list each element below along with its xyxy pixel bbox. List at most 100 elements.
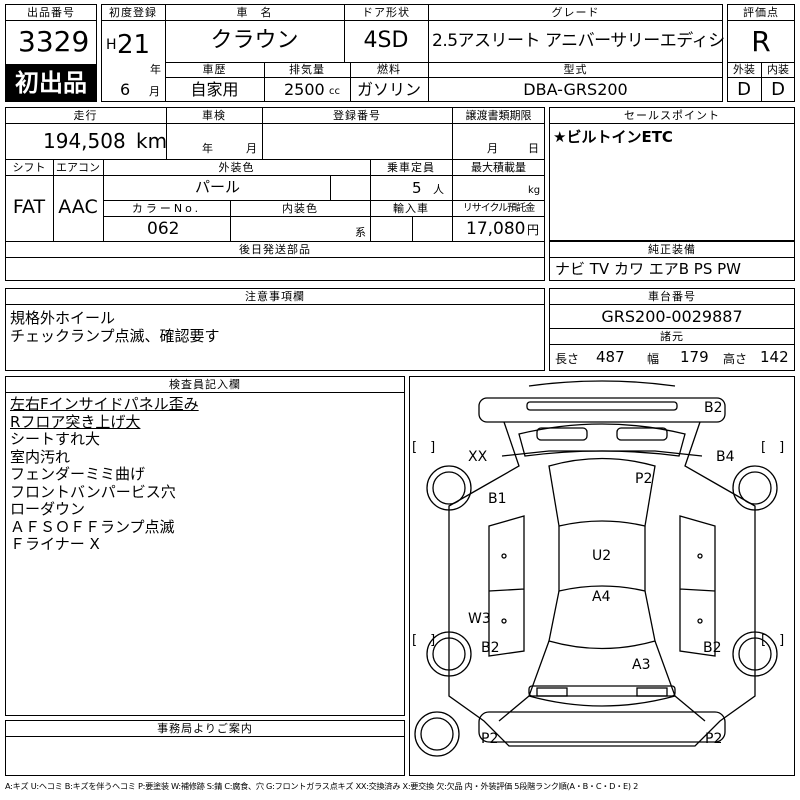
- dims-label: 諸元: [660, 330, 684, 343]
- damage-mark: P2: [481, 731, 499, 747]
- body-outline: [448, 421, 756, 747]
- mileage-label: 走行: [73, 109, 98, 122]
- length-label: 長さ: [555, 352, 580, 366]
- width-label: 幅: [647, 352, 660, 366]
- history-label: 車歴: [202, 63, 227, 76]
- inspector-line: 室内汚れ: [10, 447, 71, 466]
- max-load-unit: kg: [528, 185, 541, 196]
- car-name: クラウン: [210, 28, 299, 53]
- inspector-line: Rフロア突き上げ大: [10, 412, 141, 431]
- recycle-unit: 円: [527, 223, 540, 237]
- left-doors: [488, 515, 525, 657]
- door-value: 4SD: [363, 28, 409, 53]
- sales-point-label: セールスポイント: [624, 109, 720, 122]
- ac-value: AAC: [58, 196, 98, 218]
- damage-mark: B1: [488, 491, 507, 507]
- length-value: 487: [596, 348, 625, 366]
- equipment-label: 純正装備: [648, 243, 696, 256]
- shift-value: FAT: [12, 196, 46, 218]
- lot-number-label: 出品番号: [27, 6, 75, 19]
- inspector-lines: 左右Fインサイドパネル歪み Rフロア突き上げ大 シートすれ大 室内汚れ フェンダ…: [10, 395, 199, 554]
- first-reg-label: 初度登録: [109, 6, 157, 19]
- fuel-label: 燃料: [377, 63, 401, 76]
- fuel-value: ガソリン: [356, 80, 421, 99]
- first-listing-badge: 初出品: [5, 64, 97, 102]
- exterior-score-label: 外装: [733, 63, 755, 76]
- damage-mark: XX: [468, 449, 488, 465]
- int-color-label: 内装色: [282, 202, 318, 215]
- height-value: 142: [760, 348, 789, 366]
- grade-value: 2.5アスリート アニバーサリーエディション: [432, 31, 758, 51]
- office-label: 事務局よりご案内: [157, 722, 253, 735]
- reg-month: 6: [120, 80, 131, 99]
- reg-year: 21: [117, 30, 151, 60]
- damage-mark: U2: [592, 548, 612, 564]
- height-label: 高さ: [723, 352, 748, 366]
- month-unit: 月: [149, 85, 160, 98]
- ac-label: エアコン: [56, 161, 100, 174]
- diagram-bracket: [ ]: [412, 440, 436, 455]
- sales-point-text: ★ビルトインETC: [553, 128, 673, 146]
- damage-mark: B2: [481, 640, 500, 656]
- score-label: 評価点: [743, 6, 779, 19]
- max-load-label: 最大積載量: [471, 161, 526, 174]
- damage-mark: B2: [703, 640, 722, 656]
- diagram-bracket: [ ]: [761, 633, 785, 648]
- inspector-line: フェンダーミミ曲げ: [10, 465, 146, 483]
- front-bumper: [478, 380, 726, 423]
- notes-lines: 規格外ホイール チェックランプ点滅、確認要す: [10, 309, 220, 345]
- equipment-text: ナビ TV カワ エアB PS PW: [555, 260, 741, 278]
- inspection-year-unit: 年: [202, 142, 213, 155]
- ext-color-label: 外装色: [218, 161, 255, 174]
- diagram-bracket: [ ]: [412, 633, 436, 648]
- displacement-unit: cc: [329, 86, 340, 97]
- recycle-label: リサイクル預託金: [462, 203, 536, 214]
- capacity-value: 5: [412, 179, 422, 197]
- inspector-line: シートすれ大: [10, 430, 101, 448]
- grade-label: グレード: [551, 6, 600, 19]
- inspection-month-unit: 月: [246, 142, 257, 155]
- damage-mark: A3: [632, 657, 651, 673]
- windshield: [548, 457, 656, 527]
- year-unit: 年: [150, 63, 161, 76]
- interior-score-label: 内装: [767, 63, 789, 76]
- rear-bumper: [478, 685, 726, 743]
- exterior-score: D: [737, 79, 751, 100]
- int-color-unit: 系: [355, 226, 366, 239]
- legend: A:キズ U:ヘコミ B:キズを伴うヘコミ P:要塗装 W:補修跡 S:錆 C:…: [5, 781, 638, 791]
- reg-no-label: 登録番号: [333, 109, 381, 122]
- mileage-value: 194,508: [43, 129, 126, 153]
- damage-mark: B2: [704, 400, 723, 416]
- transfer-month-unit: 月: [487, 142, 498, 155]
- ext-color-value: パール: [195, 178, 241, 196]
- inspector-label: 検査員記入欄: [169, 378, 241, 391]
- era-label: H: [106, 37, 117, 53]
- color-no-label: カラーNo.: [131, 202, 202, 215]
- damage-mark: P2: [635, 471, 653, 487]
- displacement-label: 排気量: [289, 63, 325, 76]
- front-right-wheel: [732, 465, 778, 511]
- car-diagram: [414, 380, 778, 757]
- displacement-value: 2500: [284, 80, 325, 99]
- inspector-line: ＡＦＳＯＦＦランプ点滅: [10, 517, 175, 536]
- inspector-line: フロントバンパービス穴: [10, 482, 176, 501]
- inspector-line: 左右Fインサイドパネル歪み: [10, 395, 199, 413]
- recycle-value: 17,080: [466, 219, 526, 239]
- chassis-label: 車台番号: [648, 290, 696, 303]
- mileage-unit: km: [136, 129, 168, 153]
- score-value: R: [751, 25, 771, 58]
- damage-mark: P2: [705, 731, 723, 747]
- history-value: 自家用: [190, 80, 239, 99]
- notes-label: 注意事項欄: [245, 290, 305, 303]
- width-value: 179: [680, 348, 709, 366]
- capacity-unit: 人: [433, 183, 444, 196]
- chassis-value: GRS200-0029887: [601, 307, 743, 326]
- shift-label: シフト: [12, 161, 46, 174]
- model-label: 型式: [563, 63, 588, 76]
- capacity-label: 乗車定員: [387, 161, 435, 174]
- transfer-day-unit: 日: [528, 142, 539, 155]
- transfer-label: 譲渡書類期限: [465, 109, 532, 122]
- damage-mark: W3: [468, 611, 491, 627]
- color-no-value: 062: [147, 219, 180, 239]
- note-line: 規格外ホイール: [10, 309, 116, 327]
